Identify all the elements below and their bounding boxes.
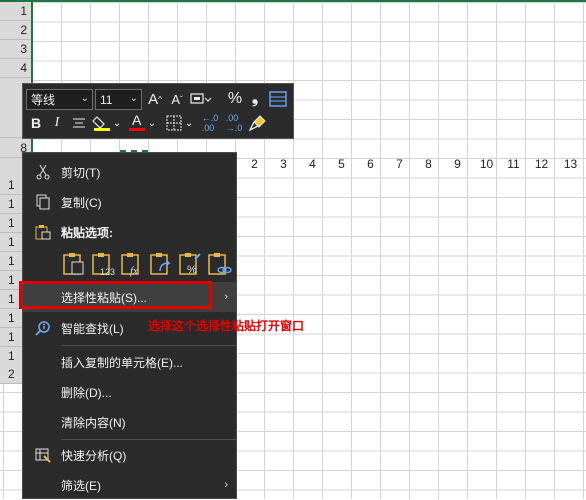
- decrease-decimal-icon: .00 →.0: [225, 113, 243, 133]
- increase-decimal-icon: ←.0.00: [201, 113, 219, 133]
- font-color-button[interactable]: A: [126, 112, 148, 133]
- column-label: 2: [251, 157, 258, 171]
- column-label: 12: [534, 157, 549, 171]
- paste-options-row: 123 fx %: [61, 251, 236, 279]
- quick-analysis-icon: [35, 448, 51, 463]
- paste-icon[interactable]: [61, 251, 87, 277]
- svg-text:123: 123: [100, 267, 115, 277]
- svg-text:fx: fx: [130, 265, 138, 277]
- row-header[interactable]: 2: [0, 21, 31, 40]
- annotation-text: 选择这个选择性粘贴打开窗口: [148, 319, 305, 333]
- column-label: 6: [367, 157, 374, 171]
- decrease-decimal-button[interactable]: .00 →.0: [223, 113, 245, 133]
- align-center-icon: [73, 118, 85, 128]
- increase-font-size-button[interactable]: A ^: [145, 89, 165, 109]
- clipboard-icon: [35, 225, 51, 240]
- row-header[interactable]: 3: [0, 40, 31, 59]
- menu-item-filter[interactable]: 筛选(E) ›: [23, 470, 236, 500]
- menu-item-clear-contents[interactable]: 清除内容(N): [23, 407, 236, 437]
- smart-lookup-icon: [35, 321, 50, 336]
- column-label: 13: [563, 157, 578, 171]
- column-label: 4: [309, 157, 316, 171]
- chevron-right-icon: ›: [224, 479, 228, 491]
- menu-item-paste-options: 粘贴选项:: [23, 217, 236, 247]
- italic-button[interactable]: I: [47, 113, 67, 133]
- column-label: 5: [338, 157, 345, 171]
- selection-top-edge: [0, 0, 586, 2]
- scissors-icon: [36, 164, 50, 180]
- column-label: 3: [280, 157, 287, 171]
- format-table-icon: [269, 91, 287, 107]
- menu-item-label: 插入复制的单元格(E)...: [61, 355, 183, 370]
- format-as-table-button[interactable]: [268, 89, 288, 109]
- column-label: 10: [479, 157, 494, 171]
- row-header[interactable]: 1: [0, 2, 31, 21]
- highlight-box: [19, 281, 212, 309]
- menu-item-label: 智能查找(L): [61, 321, 124, 336]
- menu-item-label: 剪切(T): [61, 165, 101, 180]
- fill-color-button[interactable]: [91, 113, 113, 133]
- font-name-select[interactable]: 等线 ⌄: [26, 89, 93, 110]
- menu-item-label: 删除(D)...: [61, 385, 112, 400]
- bold-button[interactable]: B: [26, 113, 46, 133]
- menu-item-label: 粘贴选项:: [61, 225, 113, 240]
- font-shrink-glyph: A: [171, 91, 180, 107]
- row-header[interactable]: 4: [0, 59, 31, 78]
- font-color-swatch: [129, 128, 145, 131]
- column-label: 11: [507, 157, 520, 171]
- borders-button[interactable]: [163, 113, 185, 133]
- font-name-value: 等线: [31, 93, 56, 107]
- chevron-down-icon: ⌄: [129, 93, 138, 104]
- menu-item-insert-copied-cells[interactable]: 插入复制的单元格(E)...: [23, 347, 236, 377]
- font-color-dropdown[interactable]: ⌄: [147, 113, 157, 133]
- align-center-button[interactable]: [69, 113, 89, 133]
- increase-decimal-button[interactable]: ←.0.00: [199, 113, 221, 133]
- font-grow-glyph: A: [148, 90, 159, 108]
- menu-item-label: 清除内容(N): [61, 415, 126, 430]
- paste-formatting-icon[interactable]: %: [177, 251, 203, 277]
- percent-style-button[interactable]: %: [225, 89, 245, 109]
- format-painter-button[interactable]: [248, 113, 268, 133]
- paste-link-icon[interactable]: [206, 251, 232, 277]
- font-size-select[interactable]: 11 ⌄: [95, 89, 142, 110]
- chevron-down-icon: ⌄: [80, 93, 89, 104]
- chevron-right-icon: ›: [224, 291, 228, 303]
- column-label: 7: [396, 157, 403, 171]
- paste-transpose-icon[interactable]: [148, 251, 174, 277]
- menu-item-copy[interactable]: 复制(C): [23, 187, 236, 217]
- menu-item-label: 筛选(E): [61, 478, 101, 493]
- paste-formulas-icon[interactable]: fx: [119, 251, 145, 277]
- paste-values-icon[interactable]: 123: [90, 251, 116, 277]
- number-format-icon: [190, 93, 212, 104]
- svg-text:%: %: [187, 264, 197, 276]
- font-size-value: 11: [100, 92, 113, 107]
- decrease-font-size-button[interactable]: Aˇ: [167, 89, 187, 109]
- column-label: 9: [454, 157, 461, 171]
- copy-icon: [36, 194, 50, 210]
- paint-bucket-icon: [92, 116, 110, 131]
- menu-separator: [61, 345, 236, 346]
- comma-style-button[interactable]: ❟: [245, 89, 265, 109]
- menu-item-cut[interactable]: 剪切(T): [23, 157, 236, 187]
- menu-item-label: 复制(C): [61, 195, 102, 210]
- borders-dropdown[interactable]: ⌄: [184, 113, 194, 133]
- borders-icon: [166, 115, 182, 131]
- mini-toolbar: 等线 ⌄ 11 ⌄ A ^ Aˇ % ❟ B I ⌄ A ⌄ ⌄ ←.0 .00…: [22, 83, 294, 139]
- number-format-button[interactable]: [189, 89, 213, 109]
- paintbrush-icon: [249, 115, 266, 132]
- menu-item-delete[interactable]: 删除(D)...: [23, 377, 236, 407]
- menu-item-label: 快速分析(Q): [61, 448, 127, 463]
- fill-color-dropdown[interactable]: ⌄: [112, 113, 122, 133]
- column-label: 8: [425, 157, 432, 171]
- font-color-glyph: A: [132, 112, 142, 128]
- menu-item-quick-analysis[interactable]: 快速分析(Q): [23, 440, 236, 470]
